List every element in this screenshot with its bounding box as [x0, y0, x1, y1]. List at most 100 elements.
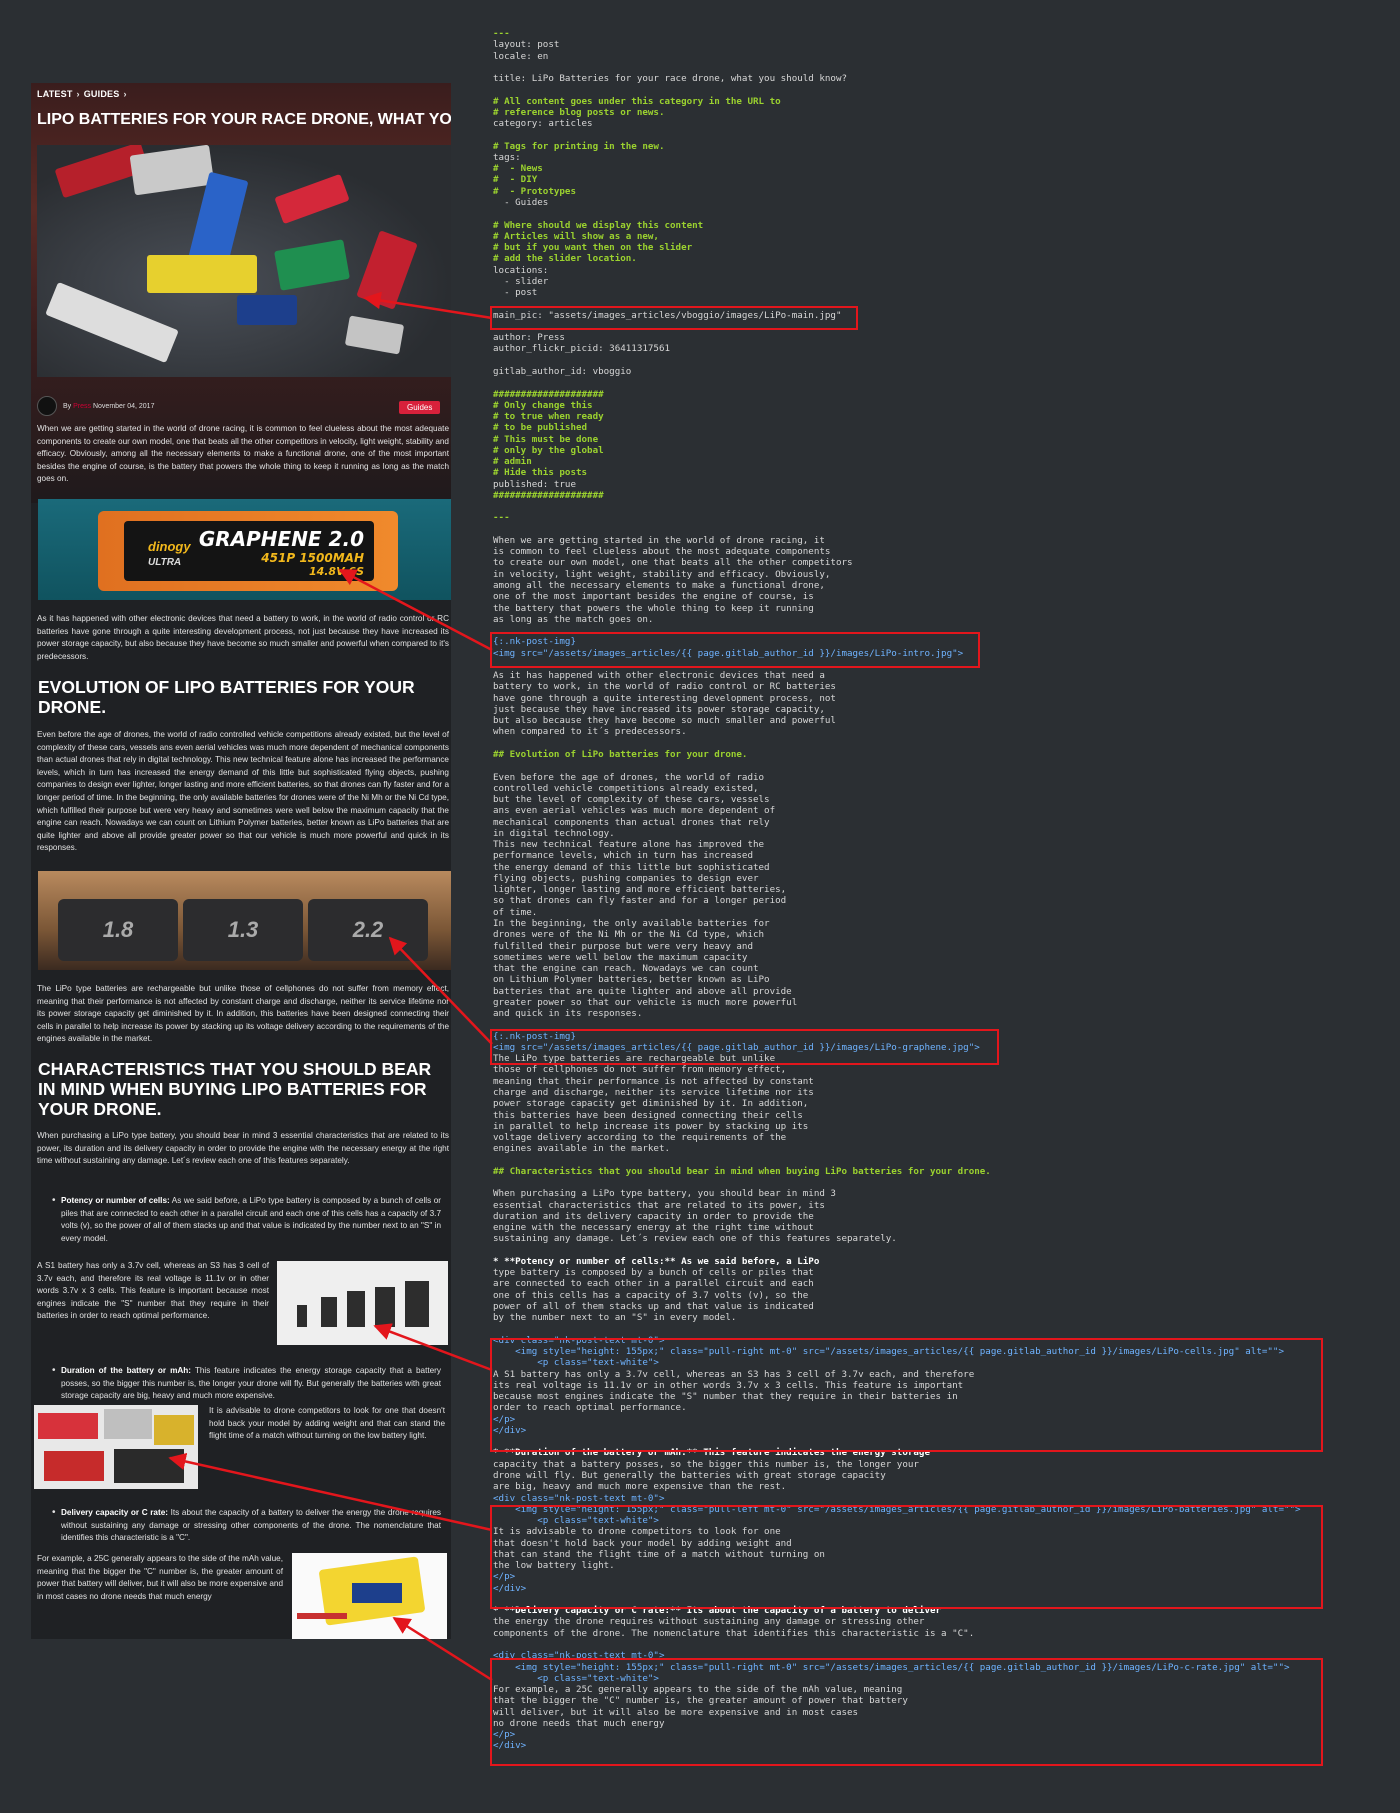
source-code-view: --- layout: post locale: en title: LiPo Bat…: [493, 28, 1373, 1752]
source-line: among all the necessary elements to make…: [493, 580, 825, 592]
source-line: one of the most important besides the en…: [493, 591, 814, 603]
source-line: by the number next to an "S" in every mo…: [493, 1312, 737, 1324]
bullet-crate: • Delivery capacity or C rate: Its about …: [52, 1507, 441, 1545]
source-line: - post: [493, 287, 538, 299]
paragraph-purchasing: When purchasing a LiPo type battery, you…: [37, 1131, 449, 1166]
author-link[interactable]: Press: [73, 403, 91, 410]
bullet-dot: •: [52, 1365, 56, 1376]
source-line: drones were of the Ni Mh or the Ni Cd ty…: [493, 929, 765, 941]
breadcrumb: LATEST › GUIDES ›: [37, 89, 127, 99]
category-badge[interactable]: Guides: [399, 401, 441, 414]
source-line: # to true when ready: [493, 411, 604, 423]
source-line: This new technical feature alone has imp…: [493, 839, 765, 851]
source-line: the energy demand of this little but sop…: [493, 861, 770, 873]
paragraph-advisable: It is advisable to drone competitors to …: [209, 1406, 445, 1441]
source-line: <div class="nk-post-text mt-0">: [493, 1492, 665, 1504]
source-line: [493, 62, 1373, 73]
source-line: of time.: [493, 906, 538, 918]
source-line: fulfilled their purpose but were very he…: [493, 940, 753, 952]
source-line: In the beginning, the only available bat…: [493, 917, 770, 929]
source-line: # add the slider location.: [493, 253, 637, 265]
highlight-intro-img: [490, 632, 980, 668]
highlight-graphene-img: [490, 1029, 999, 1065]
source-line: # Hide this posts: [493, 467, 588, 479]
source-line: engine with the necessary energy at the …: [493, 1222, 814, 1234]
source-line: but also because they have become so muc…: [493, 715, 836, 727]
source-line: # - Prototypes: [493, 185, 576, 197]
source-line: [493, 501, 1373, 512]
source-line: # Articles will show as a new,: [493, 230, 659, 242]
source-line: author: Press: [493, 332, 565, 344]
source-line: to create our own model, one that beats …: [493, 557, 853, 569]
source-line: # Tags for printing in the new.: [493, 140, 665, 152]
source-line: * **Potency or number of cells:** As we …: [493, 1255, 820, 1267]
source-line: - slider: [493, 275, 549, 287]
source-line: # Where should we display this content: [493, 219, 704, 231]
source-line: ## Characteristics that you should bear …: [493, 1165, 991, 1177]
intro-image-brand: dinogy: [148, 539, 191, 554]
source-line: duration and its delivery capacity in or…: [493, 1210, 814, 1222]
source-line: just because they have increased its pow…: [493, 703, 825, 715]
source-line: that the engine can reach. Nowadays we c…: [493, 963, 759, 975]
source-line: published: true: [493, 478, 576, 490]
source-line: type battery is composed by a bunch of c…: [493, 1267, 814, 1279]
source-line: [493, 208, 1373, 219]
source-line: drone will fly. But generally the batter…: [493, 1470, 886, 1481]
highlight-batteries-block: [490, 1505, 1323, 1609]
bullet-dot: •: [52, 1507, 56, 1518]
bullet-duration-label: Duration of the battery or mAh:: [61, 1366, 192, 1375]
source-line: locations:: [493, 264, 549, 276]
source-line: # reference blog posts or news.: [493, 106, 665, 118]
breadcrumb-guides[interactable]: GUIDES: [84, 89, 120, 99]
breadcrumb-separator: ›: [76, 89, 80, 99]
source-line: are connected to each other in a paralle…: [493, 1278, 814, 1290]
source-line: ---: [493, 512, 510, 524]
source-line: # - DIY: [493, 174, 538, 186]
source-line: capacity that a battery posses, so the b…: [493, 1458, 919, 1470]
bullet-duration: • Duration of the battery or mAh: This fe…: [52, 1365, 441, 1403]
source-line: engines available in the market.: [493, 1143, 671, 1155]
byline-prefix: By: [63, 402, 72, 410]
cells-battery-photo: [277, 1261, 448, 1345]
heading-characteristics: Characteristics that you should bear in …: [38, 1059, 432, 1119]
source-line: controlled vehicle competitions already …: [493, 782, 759, 794]
intro-battery-photo: GRAPHENE 2.0 451P 1500MAH 14.8V 6S dinog…: [38, 499, 451, 600]
breadcrumb-separator: ›: [123, 89, 127, 99]
source-line: When we are getting started in the world…: [493, 534, 825, 546]
source-line: Even before the age of drones, the world…: [493, 771, 765, 783]
source-line: the energy the drone requires without su…: [493, 1616, 925, 1628]
source-line: batteries that are quite lighter and abo…: [493, 985, 792, 997]
source-line: title: LiPo Batteries for your race dron…: [493, 73, 848, 85]
source-line: in digital technology.: [493, 827, 615, 839]
c-rate-battery-photo: [292, 1553, 447, 1639]
heading-evolution: Evolution of LiPo batteries for your dro…: [38, 677, 415, 717]
source-line: this batteries have been designed connec…: [493, 1109, 803, 1121]
source-line: [493, 377, 1373, 388]
source-line: performance levels, which in turn has in…: [493, 850, 753, 862]
source-line: the battery that powers the whole thing …: [493, 602, 814, 614]
source-line: locale: en: [493, 50, 549, 62]
paragraph-crate-example: For example, a 25C generally appears to …: [37, 1554, 283, 1601]
source-line: [493, 1177, 1373, 1188]
source-line: # - News: [493, 163, 543, 175]
main-battery-photo: [37, 145, 451, 377]
source-line: sustaining any damage. Let´s review each…: [493, 1233, 897, 1245]
source-line: ## Evolution of LiPo batteries for your …: [493, 749, 748, 760]
source-line: # to be published: [493, 422, 588, 434]
source-line: in velocity, light weight, stability and…: [493, 568, 831, 580]
breadcrumb-latest[interactable]: LATEST: [37, 89, 73, 99]
source-line: ####################: [493, 388, 604, 400]
source-line: When purchasing a LiPo type battery, you…: [493, 1188, 836, 1200]
source-line: - Guides: [493, 196, 549, 208]
source-line: [493, 84, 1373, 95]
source-line: [493, 1155, 1373, 1166]
source-line: # only by the global: [493, 444, 604, 456]
intro-paragraph: When we are getting started in the world…: [37, 424, 449, 484]
source-line: category: articles: [493, 118, 593, 130]
source-line: flying objects, pushing companies to des…: [493, 872, 759, 884]
source-line: and quick in its responses.: [493, 1008, 643, 1020]
intro-image-brand-line: ULTRA: [148, 557, 182, 568]
highlight-crate-block: [490, 1658, 1323, 1766]
source-line: is common to feel clueless about the mos…: [493, 546, 831, 558]
article-title: LIPO BATTERIES FOR YOUR RACE DRONE, WHAT…: [37, 111, 451, 128]
